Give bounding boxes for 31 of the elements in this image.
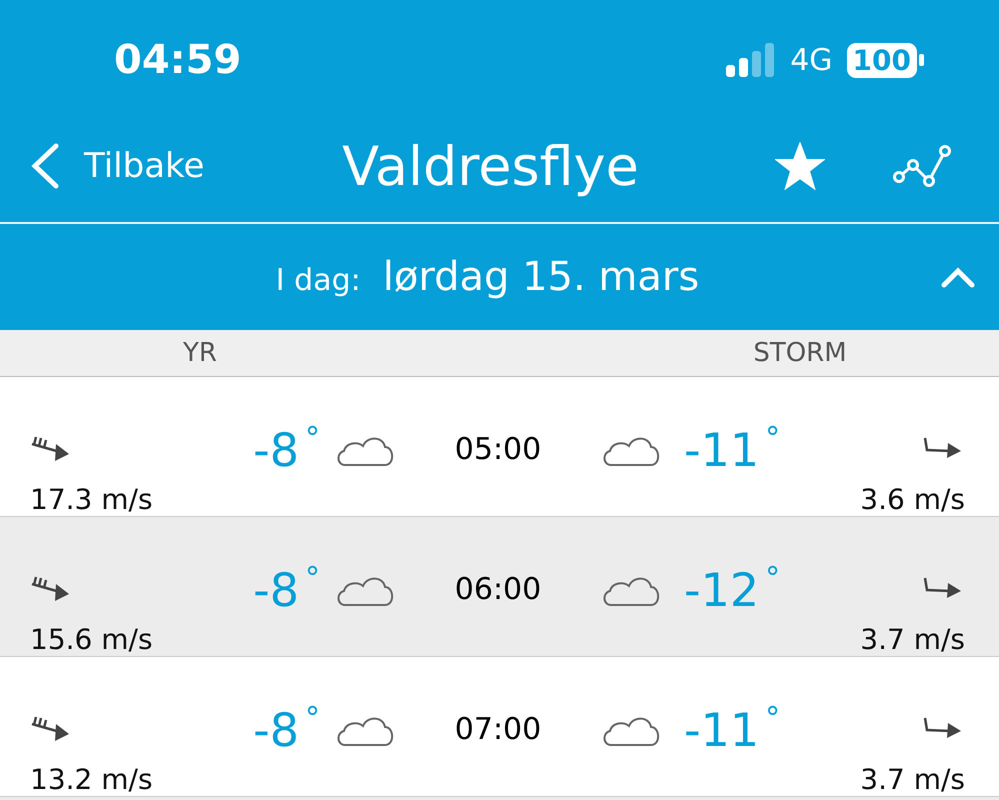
back-icon[interactable] bbox=[30, 143, 60, 189]
wind-speed: 17.3 m/s bbox=[30, 483, 153, 516]
network-label: 4G bbox=[790, 42, 833, 78]
temperature: -11$^{°}$ bbox=[683, 701, 782, 757]
back-button[interactable]: Tilbake bbox=[30, 143, 204, 189]
temperature: -8$^{°}$ bbox=[252, 701, 320, 757]
wind-speed: 15.6 m/s bbox=[30, 623, 153, 656]
wind-speed: 3.6 m/s bbox=[860, 483, 965, 516]
wind-speed: 13.2 m/s bbox=[30, 763, 153, 796]
star-icon[interactable] bbox=[775, 142, 825, 190]
signal-icon bbox=[726, 43, 776, 77]
page-title: Valdresflye bbox=[342, 134, 639, 198]
temperature: -8$^{°}$ bbox=[252, 561, 320, 617]
wind-speed: 3.7 m/s bbox=[860, 763, 965, 796]
temperature: -12$^{°}$ bbox=[683, 561, 782, 617]
column-header: YR bbox=[182, 338, 218, 368]
forecast-time: 05:00 bbox=[454, 432, 542, 466]
wind-arrow-icon bbox=[30, 436, 70, 462]
forecast-time: 07:00 bbox=[454, 712, 542, 746]
wind-arrow-icon bbox=[30, 716, 70, 742]
clock-time: 04:59 bbox=[114, 37, 242, 83]
temperature: -8$^{°}$ bbox=[252, 421, 320, 477]
day-label: I dag: bbox=[276, 263, 361, 298]
graph-icon[interactable] bbox=[893, 143, 951, 189]
temperature: -11$^{°}$ bbox=[683, 421, 782, 477]
forecast-time: 06:00 bbox=[454, 572, 542, 606]
wind-speed: 3.7 m/s bbox=[860, 623, 965, 656]
date-text: lørdag 15. mars bbox=[382, 254, 700, 300]
chevron-icon[interactable] bbox=[941, 266, 975, 288]
column-header: STORM bbox=[752, 338, 848, 368]
wind-arrow-icon bbox=[30, 576, 70, 602]
